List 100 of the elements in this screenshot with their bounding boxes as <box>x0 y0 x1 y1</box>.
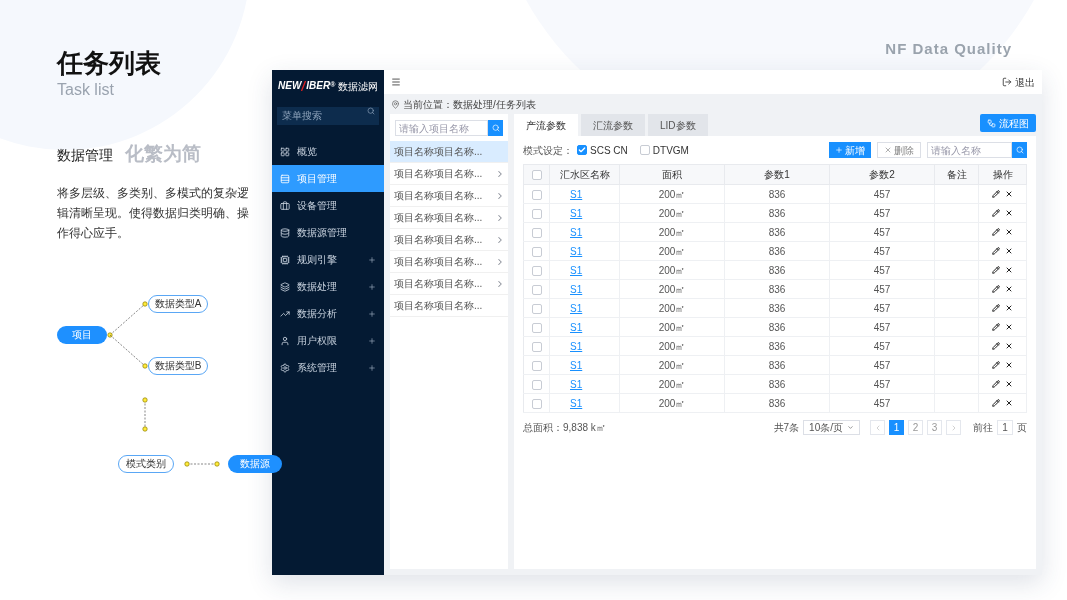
connector-line <box>107 300 148 338</box>
checkbox[interactable] <box>531 227 542 238</box>
menu-item[interactable]: 系统管理 <box>272 354 384 381</box>
slogan: 化繁为简 <box>125 142 201 166</box>
mode-option[interactable]: SCS CN <box>590 142 628 158</box>
delete-icon[interactable] <box>1005 247 1013 255</box>
edit-icon[interactable] <box>992 361 1000 369</box>
checkbox[interactable] <box>531 189 542 200</box>
plus-icon <box>368 255 376 264</box>
table-cell: 836 <box>724 298 830 318</box>
checkbox[interactable] <box>531 398 542 409</box>
checkbox[interactable] <box>531 265 542 276</box>
section-title: 数据管理 <box>57 146 113 165</box>
menu-item[interactable]: 规则引擎 <box>272 246 384 273</box>
edit-icon[interactable] <box>992 266 1000 274</box>
column-header: 备注 <box>934 164 979 185</box>
menu-item[interactable]: 数据源管理 <box>272 219 384 246</box>
edit-icon[interactable] <box>992 190 1000 198</box>
area-name-link[interactable]: S1 <box>570 226 583 238</box>
edit-icon[interactable] <box>992 399 1000 407</box>
checkbox[interactable] <box>639 145 650 155</box>
delete-icon[interactable] <box>1005 190 1013 198</box>
delete-icon[interactable] <box>1005 342 1013 350</box>
area-name-link[interactable]: S1 <box>570 302 583 314</box>
project-item[interactable]: 项目名称项目名称... <box>390 141 508 163</box>
delete-icon[interactable] <box>1005 380 1013 388</box>
area-name-link[interactable]: S1 <box>570 378 583 390</box>
menu-item[interactable]: 概览 <box>272 138 384 165</box>
edit-icon[interactable] <box>992 342 1000 350</box>
diagram-node: 项目 <box>57 325 107 344</box>
name-search-field[interactable]: 请输入名称 <box>927 142 1012 158</box>
checkbox[interactable] <box>531 379 542 390</box>
column-header: 参数1 <box>724 164 830 185</box>
product-name: 数据滤网 <box>338 79 378 94</box>
area-name-link[interactable]: S1 <box>570 359 583 371</box>
chevron-right-icon <box>495 278 505 289</box>
checkbox[interactable] <box>531 341 542 352</box>
edit-icon[interactable] <box>992 304 1000 312</box>
chevron-right-icon <box>495 190 505 201</box>
menu-toggle-icon[interactable] <box>391 77 401 87</box>
mode-option[interactable]: DTVGM <box>652 142 689 158</box>
diagram-node: 数据类型A <box>148 294 208 313</box>
goto-page-field[interactable]: 1 <box>997 420 1013 435</box>
menu-icon <box>280 308 290 319</box>
edit-icon[interactable] <box>992 209 1000 217</box>
edit-icon[interactable] <box>992 247 1000 255</box>
menu-search-field[interactable]: 菜单搜索 <box>277 106 379 125</box>
area-name-link[interactable]: S1 <box>570 264 583 276</box>
table-cell: 457 <box>829 260 935 280</box>
area-name-link[interactable]: S1 <box>570 245 583 257</box>
total-count: 共7条 <box>773 421 800 435</box>
checkbox[interactable] <box>531 284 542 295</box>
delete-icon[interactable] <box>1005 209 1013 217</box>
delete-icon[interactable] <box>1005 399 1013 407</box>
delete-icon[interactable] <box>1005 323 1013 331</box>
area-name-link[interactable]: S1 <box>570 188 583 200</box>
area-name-link[interactable]: S1 <box>570 207 583 219</box>
menu-item[interactable]: 数据处理 <box>272 273 384 300</box>
plus-icon <box>368 309 376 318</box>
area-name-link[interactable]: S1 <box>570 397 583 409</box>
checkbox[interactable] <box>531 246 542 257</box>
menu-item[interactable]: 用户权限 <box>272 327 384 354</box>
search-icon <box>1015 146 1024 154</box>
page-size-select[interactable]: 10条/页 <box>803 420 860 435</box>
menu-item[interactable]: 设备管理 <box>272 192 384 219</box>
checkbox[interactable] <box>531 303 542 314</box>
table-cell: 200㎡ <box>619 393 725 413</box>
area-name-link[interactable]: S1 <box>570 321 583 333</box>
table-cell: 836 <box>724 336 830 356</box>
checkbox[interactable] <box>577 145 587 155</box>
delete-icon[interactable] <box>1005 266 1013 274</box>
area-name-link[interactable]: S1 <box>570 283 583 295</box>
logout-button[interactable]: 退出 <box>1002 74 1035 90</box>
checkbox[interactable] <box>531 360 542 371</box>
project-search-field[interactable]: 请输入项目名称 <box>395 120 488 136</box>
tab[interactable]: 汇流参数 <box>581 114 645 136</box>
edit-icon[interactable] <box>992 228 1000 236</box>
checkbox[interactable] <box>531 322 542 333</box>
goto-label: 前往 <box>973 421 993 435</box>
diagram-node: 数据类型B <box>148 356 208 375</box>
delete-icon[interactable] <box>1005 285 1013 293</box>
menu-icon <box>280 227 290 238</box>
checkbox[interactable] <box>531 170 542 181</box>
menu-item[interactable]: 数据分析 <box>272 300 384 327</box>
delete-button[interactable]: 删除 <box>877 142 921 158</box>
edit-icon[interactable] <box>992 323 1000 331</box>
checkbox[interactable] <box>531 208 542 219</box>
menu-icon <box>280 281 290 292</box>
edit-icon[interactable] <box>992 380 1000 388</box>
breadcrumb: 当前位置：数据处理/任务列表 <box>403 97 536 112</box>
table-cell: 200㎡ <box>619 298 725 318</box>
delete-icon[interactable] <box>1005 304 1013 312</box>
tab[interactable]: 产流参数 <box>514 114 578 136</box>
plus-icon <box>368 336 376 345</box>
delete-icon[interactable] <box>1005 361 1013 369</box>
plus-icon <box>835 146 843 154</box>
tab[interactable]: LID参数 <box>648 114 708 136</box>
edit-icon[interactable] <box>992 285 1000 293</box>
delete-icon[interactable] <box>1005 228 1013 236</box>
area-name-link[interactable]: S1 <box>570 340 583 352</box>
